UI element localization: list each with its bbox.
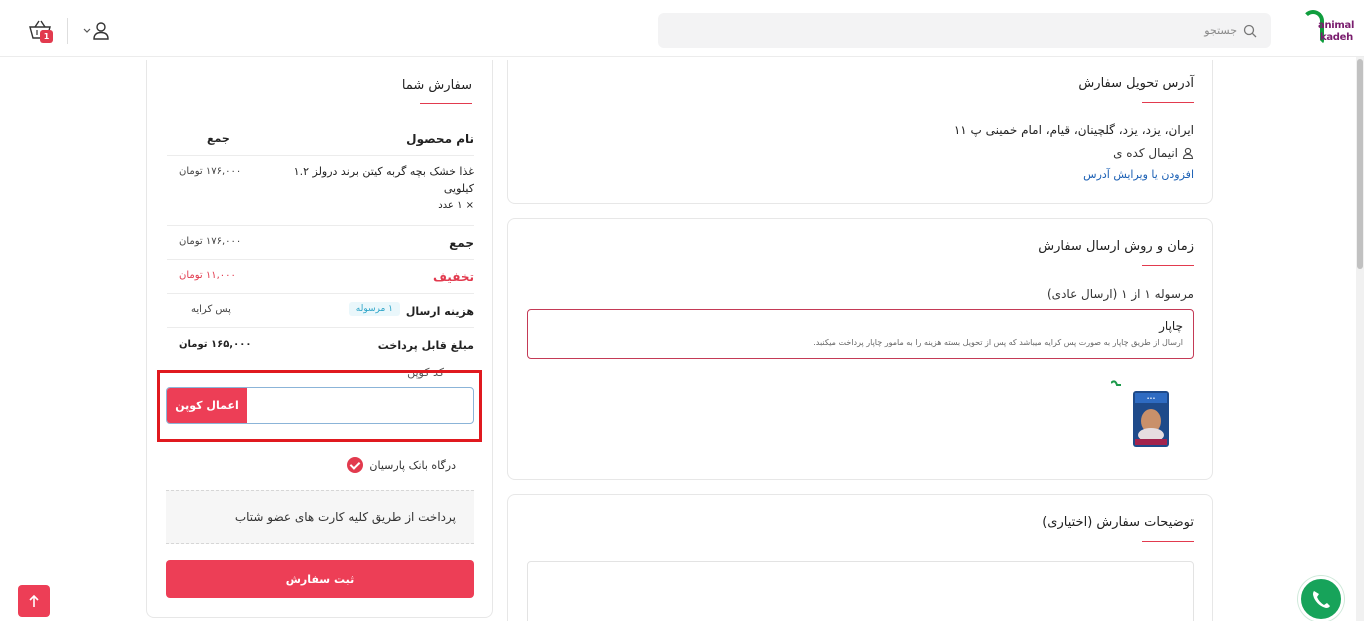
address-recipient: انیمال کده ی	[1113, 146, 1194, 160]
scrollbar-thumb[interactable]	[1357, 59, 1363, 269]
order-title: سفارش شما	[401, 78, 472, 93]
discount-value: ۱۱,۰۰۰ تومان	[179, 270, 236, 281]
payment-gateway-option[interactable]: درگاه بانک پارسیان	[347, 457, 456, 473]
shipping-card: زمان و روش ارسال سفارش مرسوله ۱ از ۱ (ار…	[507, 218, 1213, 480]
col-total-header: جمع	[207, 132, 230, 145]
header: animal kadeh 1	[0, 0, 1364, 57]
coupon-highlight-box	[157, 370, 482, 442]
user-icon	[83, 22, 109, 40]
phone-icon	[1313, 591, 1330, 608]
logo-word-animal: animal	[1318, 20, 1355, 31]
arrow-up-icon	[29, 594, 39, 607]
address-recipient-name: انیمال کده ی	[1113, 146, 1178, 160]
logo-word-kadeh: kadeh	[1320, 32, 1353, 43]
item-name-line2: کیلویی	[443, 182, 474, 195]
cart-button[interactable]: 1	[28, 19, 54, 45]
order-item-row: غذا خشک بچه گربه کیتن برند درولز ۱.۲ کیل…	[167, 156, 474, 226]
order-title-underline	[420, 103, 472, 104]
search-input[interactable]	[697, 13, 1237, 48]
payable-value: ۱۶۵,۰۰۰ تومان	[179, 339, 252, 350]
subtotal-label: جمع	[449, 236, 474, 250]
logo[interactable]: animal kadeh	[1300, 8, 1356, 50]
col-product-header: نام محصول	[406, 132, 474, 146]
scroll-to-top-button[interactable]	[18, 585, 50, 617]
check-circle-icon	[347, 457, 364, 473]
shipping-cost-value: پس کرایه	[191, 304, 231, 315]
gateway-description-box: پرداخت از طریق کلیه کارت های عضو شتاب	[166, 490, 474, 544]
payable-label: مبلغ قابل پرداخت	[377, 339, 474, 352]
payable-row: مبلغ قابل پرداخت ۱۶۵,۰۰۰ تومان	[167, 328, 474, 362]
discount-row: تخفیف ۱۱,۰۰۰ تومان	[167, 260, 474, 294]
shipment-subtitle: مرسوله ۱ از ۱ (ارسال عادی)	[1047, 287, 1194, 301]
item-quantity: × ۱ عدد	[438, 200, 474, 211]
search-bar	[658, 13, 1271, 48]
notes-card: توضیحات سفارش (اختیاری)	[507, 494, 1213, 621]
call-support-button[interactable]	[1298, 576, 1344, 621]
order-notes-textarea[interactable]	[527, 561, 1194, 621]
product-image: •••	[1111, 380, 1169, 447]
discount-label: تخفیف	[433, 270, 474, 284]
notes-title-underline	[1142, 541, 1194, 542]
shipping-cost-label: هزینه ارسال	[405, 305, 474, 318]
cart-count-badge: 1	[40, 30, 53, 43]
edit-address-link[interactable]: افزودن یا ویرایش آدرس	[1083, 168, 1194, 181]
notes-title: توضیحات سفارش (اختیاری)	[1042, 515, 1194, 530]
subtotal-row: جمع ۱۷۶,۰۰۰ تومان	[167, 226, 474, 260]
shipping-cost-row: هزینه ارسال ۱ مرسوله پس کرایه	[167, 294, 474, 328]
subtotal-value: ۱۷۶,۰۰۰ تومان	[179, 236, 242, 247]
item-price: ۱۷۶,۰۰۰ تومان	[179, 166, 242, 177]
gateway-label: درگاه بانک پارسیان	[369, 458, 456, 472]
order-summary-card: سفارش شما نام محصول جمع غذا خشک بچه گربه…	[146, 60, 493, 618]
submit-order-button[interactable]: ثبت سفارش	[166, 560, 474, 598]
address-card: آدرس تحویل سفارش ایران، یزد، یزد، گلچینا…	[507, 60, 1213, 204]
address-title: آدرس تحویل سفارش	[1078, 76, 1194, 91]
search-icon[interactable]	[1243, 24, 1257, 38]
shipping-title-underline	[1142, 265, 1194, 266]
page-scrollbar[interactable]	[1356, 57, 1364, 621]
shipping-title: زمان و روش ارسال سفارش	[1038, 239, 1194, 254]
address-title-underline	[1142, 102, 1194, 103]
header-divider	[67, 18, 68, 44]
gateway-description: پرداخت از طریق کلیه کارت های عضو شتاب	[234, 510, 456, 524]
order-table-header: نام محصول جمع	[167, 120, 474, 156]
user-menu[interactable]	[82, 20, 112, 42]
svg-text:•••: •••	[1147, 396, 1156, 402]
person-icon	[1182, 147, 1194, 160]
shipping-option-name: چاپار	[1159, 319, 1183, 333]
item-name-line1: غذا خشک بچه گربه کیتن برند درولز ۱.۲	[293, 165, 474, 178]
shipping-option-desc: ارسال از طریق چاپار به صورت پس کرایه میب…	[813, 338, 1183, 347]
shipping-option-chapar[interactable]: چاپار ارسال از طریق چاپار به صورت پس کرا…	[527, 309, 1194, 359]
shipment-count-chip: ۱ مرسوله	[348, 302, 400, 316]
address-text: ایران، یزد، یزد، گلچینان، قیام، امام خمی…	[953, 123, 1194, 137]
